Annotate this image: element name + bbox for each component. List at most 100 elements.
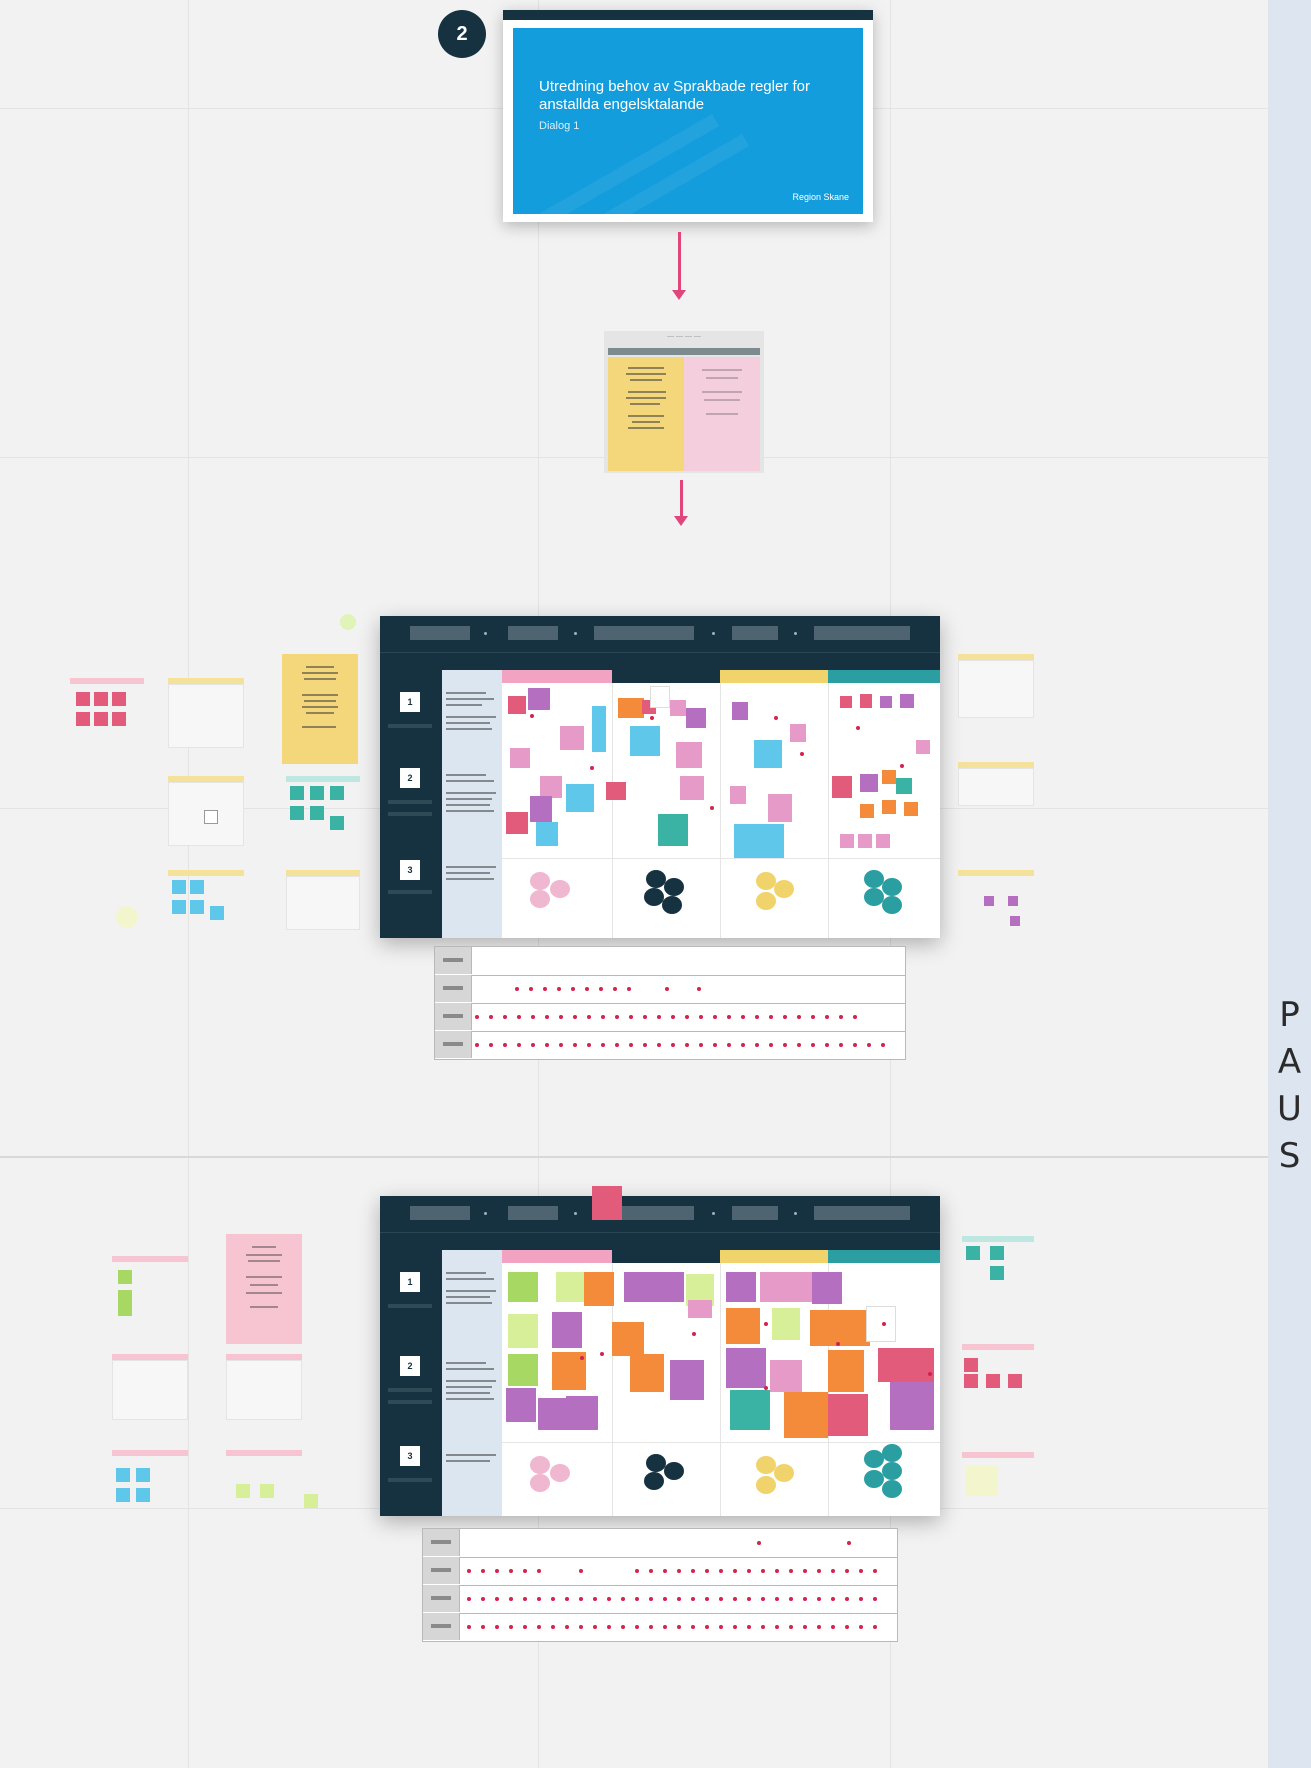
sticky-note[interactable] [770,1360,802,1392]
nav-step[interactable] [508,626,558,640]
sticky-note[interactable] [840,834,854,848]
workshop-board-2[interactable]: 1 2 3 [380,1186,940,1516]
workshop-board-1[interactable]: 1 2 3 [380,616,940,938]
sticky-note[interactable] [630,726,660,756]
sticky-group[interactable] [112,1354,188,1420]
sticky-note[interactable] [882,770,896,784]
sticky-note[interactable] [592,1186,622,1220]
nav-step[interactable] [732,626,778,640]
sticky-group[interactable] [70,678,144,748]
sticky-group[interactable] [286,870,360,930]
sticky-note[interactable] [860,774,878,792]
sticky-group[interactable] [226,1450,318,1512]
sticky-note[interactable] [810,1310,870,1346]
sticky-note[interactable] [508,1314,538,1348]
sticky-note[interactable] [658,814,688,846]
nav-step[interactable] [814,1206,910,1220]
sticky-note[interactable] [650,686,670,708]
sticky-note[interactable] [812,1272,842,1304]
title-slide-frame[interactable]: Utredning behov av Sprakbade regler for … [503,10,873,222]
sticky-note[interactable] [624,1272,654,1302]
vote-table-1[interactable] [434,946,906,1060]
sticky-note[interactable] [506,1388,536,1422]
sticky-note[interactable] [726,1308,760,1344]
sticky-note[interactable] [560,726,584,750]
sticky-note[interactable] [860,694,872,708]
sticky-note[interactable] [612,1322,644,1356]
sticky-note[interactable] [904,802,918,816]
sticky-note[interactable] [686,708,706,728]
sticky-note[interactable] [840,696,852,708]
sticky-note[interactable] [670,700,686,716]
sticky-group[interactable] [168,776,244,846]
sticky-group[interactable] [226,1354,302,1420]
sticky-note[interactable] [566,784,594,812]
sticky-group[interactable] [958,654,1034,718]
sticky-note[interactable] [732,702,748,720]
sticky-note[interactable] [832,776,852,798]
sticky-note[interactable] [538,1398,568,1430]
paus-panel[interactable]: P A U S [1268,0,1311,1768]
sticky-note[interactable] [510,748,530,768]
sticky-note[interactable] [726,1272,756,1302]
sticky-note[interactable] [730,1390,770,1430]
sticky-note[interactable] [730,786,746,804]
sticky-note[interactable] [784,1272,814,1302]
sticky-note[interactable] [896,778,912,794]
nav-step[interactable] [410,626,470,640]
sticky-note[interactable] [754,740,782,768]
sticky-note[interactable] [876,834,890,848]
instruction-card[interactable]: — — — — [604,331,764,473]
vote-table-2[interactable] [422,1528,898,1642]
sticky-note[interactable] [772,1308,800,1340]
sticky-group[interactable] [958,762,1034,806]
sticky-note[interactable] [508,1354,538,1386]
sticky-note[interactable] [880,696,892,708]
sticky-note[interactable] [790,724,806,742]
sticky-note[interactable] [528,688,550,710]
sticky-note[interactable] [882,800,896,814]
sticky-note[interactable] [540,776,562,798]
sticky-group[interactable] [168,870,244,930]
sticky-group[interactable] [286,776,360,838]
sticky-note[interactable] [508,1272,538,1302]
sticky-note[interactable] [536,822,558,846]
sticky-note[interactable] [734,824,784,858]
sticky-note[interactable] [506,812,528,834]
sticky-group[interactable] [962,1236,1034,1294]
sticky-note[interactable] [688,1300,712,1318]
sticky-note[interactable] [556,1272,584,1302]
pink-sticky[interactable] [226,1234,302,1344]
sticky-note[interactable] [828,1350,864,1392]
sticky-note[interactable] [878,1348,934,1382]
sticky-note[interactable] [860,804,874,818]
sticky-note[interactable] [890,1382,934,1430]
sticky-note[interactable] [828,1394,868,1436]
sticky-note[interactable] [654,1272,684,1302]
sticky-note[interactable] [866,1306,896,1342]
sticky-note[interactable] [768,794,792,822]
nav-step[interactable] [814,626,910,640]
sticky-note[interactable] [670,1360,704,1400]
sticky-note[interactable] [584,1272,614,1306]
sticky-note[interactable] [784,1392,828,1438]
sticky-note[interactable] [618,698,644,718]
sticky-group[interactable] [112,1256,188,1322]
sticky-note[interactable] [726,1348,766,1388]
sticky-note[interactable] [630,1354,664,1392]
nav-step[interactable] [732,1206,778,1220]
sticky-note[interactable] [676,742,702,768]
sticky-group[interactable] [962,1344,1034,1400]
sticky-group[interactable] [168,678,244,748]
sticky-group[interactable] [958,870,1034,930]
nav-step[interactable] [410,1206,470,1220]
sticky-note[interactable] [552,1312,582,1348]
sticky-note[interactable] [530,796,552,822]
sticky-note[interactable] [900,694,914,708]
sticky-note[interactable] [508,696,526,714]
nav-step[interactable] [508,1206,558,1220]
sticky-note[interactable] [592,706,606,752]
sticky-group[interactable] [962,1452,1034,1504]
sticky-note[interactable] [680,776,704,800]
yellow-sticky[interactable] [282,654,358,764]
